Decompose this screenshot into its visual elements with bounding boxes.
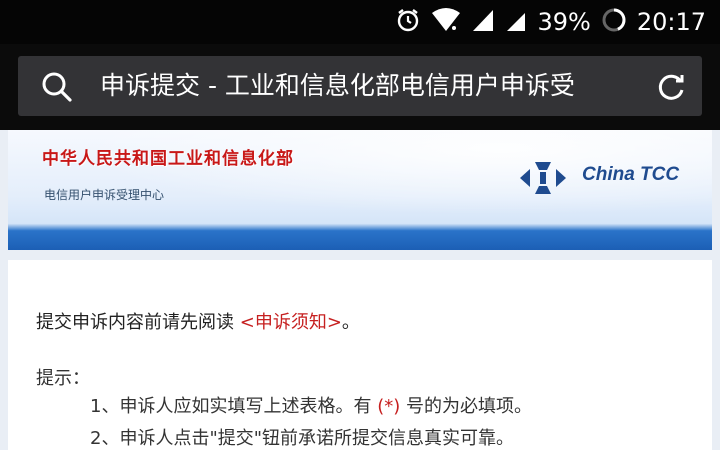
tip-1: 1、申诉人应如实填写上述表格。有 (*) 号的为必填项。 (90, 392, 532, 418)
center-subtitle: 电信用户申诉受理中心 (44, 188, 165, 202)
status-bar: 39% 20:17 (0, 0, 720, 44)
tips-label: 提示： (36, 368, 90, 389)
ministry-title: 中华人民共和国工业和信息化部 (42, 149, 294, 169)
page-title-url[interactable]: 申诉提交 - 工业和信息化部电信用户申诉受 (100, 56, 640, 116)
tip-1-text-end: 号的为必填项。 (400, 396, 532, 417)
search-icon[interactable] (40, 70, 74, 104)
address-bar[interactable]: 申诉提交 - 工业和信息化部电信用户申诉受 (18, 56, 702, 116)
browser-toolbar: 申诉提交 - 工业和信息化部电信用户申诉受 (0, 44, 720, 130)
wifi-icon (431, 7, 461, 37)
tip-2: 2、申诉人点击"提交"钮前承诺所提交信息真实可靠。 (90, 428, 515, 449)
complaint-notice-link[interactable]: <申诉须知> (240, 312, 342, 333)
notice-line: 提交申诉内容前请先阅读 <申诉须知>。 (36, 308, 360, 334)
web-page: 中华人民共和国工业和信息化部 电信用户申诉受理中心 China TCC 提交申诉… (0, 130, 720, 450)
clock: 20:17 (636, 8, 706, 36)
notice-prefix: 提交申诉内容前请先阅读 (36, 312, 240, 333)
status-icons: 39% 20:17 (395, 0, 706, 44)
logo-text: China TCC (582, 164, 680, 185)
china-tcc-logo-icon (518, 158, 568, 198)
battery-icon (601, 7, 627, 37)
required-marker: (*) (377, 396, 401, 417)
alarm-icon (395, 7, 421, 37)
signal-icon (471, 7, 495, 37)
signal-icon (505, 7, 527, 37)
battery-percent: 39% (537, 8, 591, 36)
site-banner: 中华人民共和国工业和信息化部 电信用户申诉受理中心 China TCC (8, 130, 712, 250)
tip-1-text: 1、申诉人应如实填写上述表格。有 (90, 396, 378, 417)
content-panel: 提交申诉内容前请先阅读 <申诉须知>。 提示： 1、申诉人应如实填写上述表格。有… (8, 260, 712, 450)
notice-suffix: 。 (341, 312, 360, 333)
reload-icon[interactable] (654, 70, 688, 104)
